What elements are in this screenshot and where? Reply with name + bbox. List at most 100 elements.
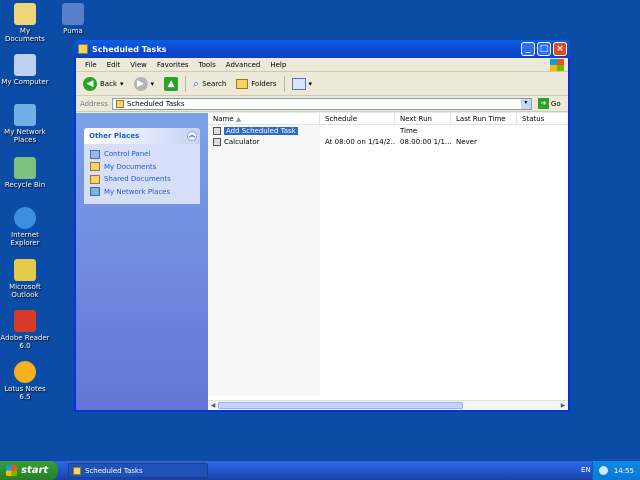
menu-edit[interactable]: Edit xyxy=(102,61,126,69)
content-area: Other Places ︽ Control Panel My Document… xyxy=(76,113,568,410)
link-my-documents[interactable]: My Documents xyxy=(90,161,194,174)
folders-icon xyxy=(236,78,249,89)
forward-arrow-icon: ▶ xyxy=(133,76,148,91)
search-button[interactable]: ⌕ Search xyxy=(190,77,229,91)
folder-icon xyxy=(78,44,88,54)
task-name: Add Scheduled Task xyxy=(224,126,298,135)
my-documents-icon xyxy=(14,3,36,25)
desktop-icon-puma[interactable]: Puma xyxy=(48,3,98,35)
control-panel-icon xyxy=(90,149,100,159)
menu-help[interactable]: Help xyxy=(265,61,291,69)
sort-arrow-icon: ▲ xyxy=(235,115,242,123)
desktop-icon-my-documents[interactable]: My Documents xyxy=(0,3,50,43)
back-button[interactable]: ◀ Back ▾ xyxy=(80,76,127,91)
clock[interactable]: 14:55 xyxy=(614,467,634,475)
address-label: Address xyxy=(80,99,108,108)
views-dropdown-icon: ▾ xyxy=(308,79,313,88)
column-header-name[interactable]: Name ▲ xyxy=(208,113,320,124)
menu-tools[interactable]: Tools xyxy=(194,61,221,69)
other-places-panel: Other Places ︽ Control Panel My Document… xyxy=(84,128,200,204)
window-titlebar[interactable]: Scheduled Tasks _ □ × xyxy=(74,40,570,58)
scroll-left-icon[interactable]: ◀ xyxy=(209,402,217,410)
column-header-last-run[interactable]: Last Run Time xyxy=(451,113,517,124)
link-control-panel[interactable]: Control Panel xyxy=(90,148,194,161)
toolbar-separator xyxy=(185,75,187,92)
menu-bar: File Edit View Favorites Tools Advanced … xyxy=(76,58,568,72)
menu-view[interactable]: View xyxy=(125,61,152,69)
scrollbar-thumb[interactable] xyxy=(218,402,463,409)
folder-icon xyxy=(90,162,100,172)
search-icon: ⌕ xyxy=(193,76,200,90)
menu-favorites[interactable]: Favorites xyxy=(152,61,194,69)
other-places-header[interactable]: Other Places ︽ xyxy=(84,128,200,144)
adobe-reader-icon xyxy=(14,310,36,332)
close-button[interactable]: × xyxy=(553,42,567,56)
start-button[interactable]: start xyxy=(0,461,58,480)
add-task-icon xyxy=(213,126,221,135)
puma-icon xyxy=(62,3,84,25)
task-pane: Other Places ︽ Control Panel My Document… xyxy=(76,113,208,410)
network-tray-icon[interactable] xyxy=(598,466,608,475)
address-dropdown-icon[interactable]: ▾ xyxy=(520,98,531,109)
back-dropdown-icon[interactable]: ▾ xyxy=(120,80,124,88)
desktop-icon-adobe-reader[interactable]: Adobe Reader 6.0 xyxy=(0,310,50,350)
back-arrow-icon: ◀ xyxy=(83,76,97,91)
system-tray: 14:55 xyxy=(591,461,640,480)
task-list: Name ▲ Schedule Next Run Time Last Run T… xyxy=(208,113,568,410)
calculator-icon xyxy=(213,137,221,146)
task-schedule: At 08:00 on 1/14/2... xyxy=(325,137,395,146)
up-folder-icon: ▲ xyxy=(164,76,179,91)
up-button[interactable]: ▲ xyxy=(161,76,181,91)
toolbar: ◀ Back ▾ ▶ ▾ ▲ ⌕ Search Folders ▾ xyxy=(76,72,568,96)
windows-logo-icon xyxy=(550,58,564,71)
link-shared-documents[interactable]: Shared Documents xyxy=(90,173,194,186)
menu-file[interactable]: File xyxy=(80,61,102,69)
go-arrow-icon: ➜ xyxy=(537,98,549,109)
sorted-column-highlight xyxy=(208,125,320,396)
forward-dropdown-icon[interactable]: ▾ xyxy=(151,80,155,88)
desktop-icon-recycle-bin[interactable]: Recycle Bin xyxy=(0,157,50,189)
folders-button[interactable]: Folders xyxy=(233,78,279,89)
network-icon xyxy=(90,187,100,197)
scroll-right-icon[interactable]: ▶ xyxy=(559,402,567,410)
maximize-button[interactable]: □ xyxy=(537,42,551,56)
taskbar-item-scheduled-tasks[interactable]: Scheduled Tasks xyxy=(68,463,208,478)
toolbar-separator xyxy=(283,75,285,92)
address-bar: Address Scheduled Tasks ▾ ➜ Go xyxy=(76,96,568,112)
folder-icon xyxy=(73,466,81,475)
table-row[interactable]: Calculator At 08:00 on 1/14/2... 08:00:0… xyxy=(208,136,568,147)
forward-button[interactable]: ▶ ▾ xyxy=(131,76,158,91)
column-header-status[interactable]: Status xyxy=(517,113,568,124)
internet-explorer-icon xyxy=(14,207,36,229)
window-title: Scheduled Tasks xyxy=(92,44,167,54)
column-header-schedule[interactable]: Schedule xyxy=(320,113,395,124)
task-next-run: 08:00:00 1/1... xyxy=(400,137,451,146)
desktop-icon-internet-explorer[interactable]: Internet Explorer xyxy=(0,207,50,247)
taskbar: start Scheduled Tasks 14:55 xyxy=(0,461,640,480)
column-header-next-run[interactable]: Next Run Time xyxy=(395,113,451,135)
column-headers: Name ▲ Schedule Next Run Time Last Run T… xyxy=(208,113,568,135)
folder-icon xyxy=(115,99,124,108)
my-computer-icon xyxy=(14,54,36,76)
minimize-button[interactable]: _ xyxy=(521,42,535,56)
task-last-run: Never xyxy=(456,137,477,146)
views-icon xyxy=(291,77,306,90)
menu-advanced[interactable]: Advanced xyxy=(221,61,266,69)
scheduled-tasks-window: Scheduled Tasks _ □ × File Edit View Fav… xyxy=(74,40,570,412)
desktop-icon-lotus-notes[interactable]: Lotus Notes 6.5 xyxy=(0,361,50,401)
language-indicator[interactable]: EN xyxy=(581,466,591,474)
go-button[interactable]: ➜ Go xyxy=(537,98,561,109)
views-button[interactable]: ▾ xyxy=(289,77,316,90)
desktop-icon-my-computer[interactable]: My Computer xyxy=(0,54,50,86)
folder-icon xyxy=(90,174,100,184)
address-input[interactable]: Scheduled Tasks ▾ xyxy=(111,97,532,110)
desktop-icon-outlook[interactable]: Microsoft Outlook xyxy=(0,259,50,299)
collapse-chevron-icon[interactable]: ︽ xyxy=(187,131,197,141)
desktop-icon-network-places[interactable]: My Network Places xyxy=(0,104,50,144)
lotus-notes-icon xyxy=(14,361,36,383)
table-row[interactable]: Add Scheduled Task xyxy=(208,125,568,136)
link-my-network-places[interactable]: My Network Places xyxy=(90,186,194,199)
horizontal-scrollbar[interactable]: ◀ ▶ xyxy=(208,400,568,410)
network-places-icon xyxy=(14,104,36,126)
windows-flag-icon xyxy=(6,465,17,476)
